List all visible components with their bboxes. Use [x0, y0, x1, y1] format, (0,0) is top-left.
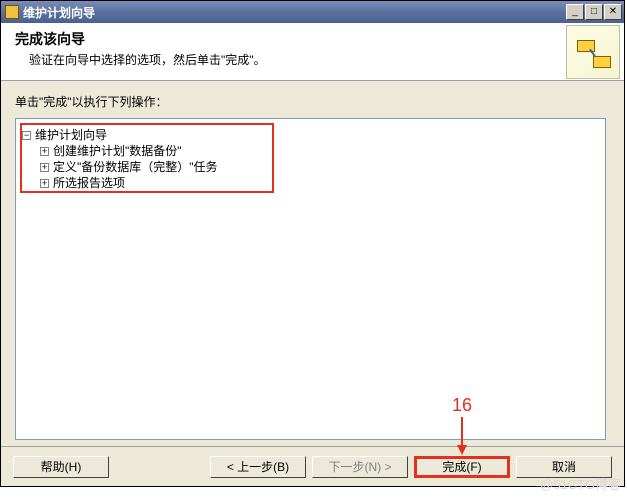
instruction-text: 单击"完成"以执行下列操作： — [15, 93, 610, 110]
wizard-icon — [566, 25, 620, 79]
app-icon — [5, 5, 19, 19]
page-subtitle: 验证在向导中选择的选项，然后单击"完成"。 — [15, 51, 266, 68]
window-title: 维护计划向导 — [23, 4, 95, 21]
finish-button-label: 完成(F) — [442, 458, 481, 475]
summary-tree[interactable]: −维护计划向导 + 创建维护计划"数据备份" + 定义"备份数据库（完整）"任务 +… — [15, 118, 606, 440]
maximize-button[interactable]: □ — [585, 4, 603, 20]
cancel-button[interactable]: 取消 — [516, 456, 612, 478]
collapse-icon[interactable]: − — [22, 131, 31, 140]
titlebar: 维护计划向导 _ □ ✕ — [1, 1, 624, 23]
page-title: 完成该向导 — [15, 29, 266, 49]
tree-root-row[interactable]: −维护计划向导 — [22, 127, 599, 143]
tree-item[interactable]: + 定义"备份数据库（完整）"任务 — [40, 159, 599, 175]
close-button[interactable]: ✕ — [604, 4, 622, 20]
tree-item[interactable]: + 创建维护计划"数据备份" — [40, 143, 599, 159]
expand-icon[interactable]: + — [40, 179, 49, 188]
help-button[interactable]: 帮助(H) — [13, 456, 109, 478]
wizard-header: 完成该向导 验证在向导中选择的选项，然后单击"完成"。 — [1, 23, 624, 81]
expand-icon[interactable]: + — [40, 147, 49, 156]
next-button: 下一步(N) > — [312, 456, 408, 478]
wizard-body: 单击"完成"以执行下列操作： −维护计划向导 + 创建维护计划"数据备份" + 定义… — [1, 81, 624, 446]
wizard-footer: 帮助(H) < 上一步(B) 下一步(N) > 完成(F) 16 取消 — [1, 446, 624, 486]
tree-item-label: 所选报告选项 — [53, 176, 125, 190]
tree-item-label: 定义"备份数据库（完整）"任务 — [53, 160, 218, 174]
minimize-button[interactable]: _ — [566, 4, 584, 20]
back-button[interactable]: < 上一步(B) — [210, 456, 306, 478]
tree-item[interactable]: + 所选报告选项 — [40, 175, 599, 191]
expand-icon[interactable]: + — [40, 163, 49, 172]
wizard-window: 维护计划向导 _ □ ✕ 完成该向导 验证在向导中选择的选项，然后单击"完成"。… — [0, 0, 625, 487]
tree-root-label: 维护计划向导 — [35, 128, 107, 142]
finish-button[interactable]: 完成(F) 16 — [414, 456, 510, 478]
tree-item-label: 创建维护计划"数据备份" — [53, 144, 182, 158]
